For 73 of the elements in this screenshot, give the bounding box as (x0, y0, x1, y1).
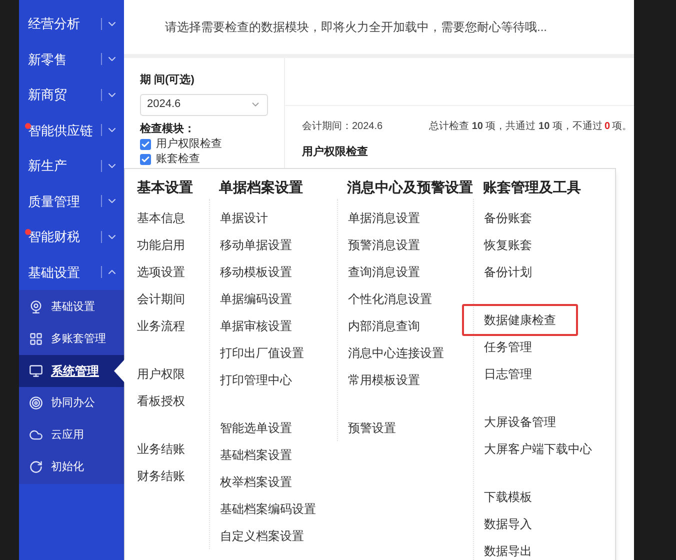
menu-item[interactable]: 恢复账套 (484, 236, 532, 254)
menu-item[interactable]: 基础档案编码设置 (220, 500, 316, 518)
menu-item[interactable]: 数据健康检查 (462, 304, 578, 336)
menu-item[interactable]: 日志管理 (484, 364, 532, 382)
cloud-icon (29, 428, 43, 442)
menu-item[interactable]: 消息中心连接设置 (348, 344, 444, 362)
submenu-item[interactable]: 云应用 (19, 419, 124, 451)
menu-item[interactable]: 下载模板 (484, 488, 532, 506)
menu-item[interactable]: 大屏客户端下载中心 (484, 440, 592, 458)
section-title: 用户权限检查 (300, 146, 369, 158)
menu-column-title: 账套管理及工具 (483, 178, 582, 197)
menu-column-title: 单据档案设置 (219, 178, 304, 197)
submenu-item[interactable]: 基础设置 (19, 291, 124, 323)
period-select[interactable]: 2024.6 (140, 94, 268, 116)
notice-text: 请选择需要检查的数据模块，即将火力全开加载中，需要您耐心等待哦... (165, 19, 548, 36)
sidebar-item[interactable]: 质量管理 (19, 184, 124, 219)
menu-item[interactable]: 内部消息查询 (348, 316, 420, 334)
menu-item[interactable]: 预警设置 (348, 418, 396, 436)
menu-item[interactable]: 打印出厂值设置 (220, 344, 304, 362)
menu-column-title: 基本设置 (137, 178, 194, 197)
checkbox[interactable] (140, 139, 151, 150)
menu-item[interactable]: 单据审核设置 (220, 316, 292, 334)
menu-item[interactable]: 单据设计 (220, 208, 268, 226)
menu-item[interactable]: 备份账套 (484, 208, 532, 226)
menu-item[interactable]: 智能选单设置 (220, 418, 292, 436)
submenu-item[interactable]: 系统管理 (19, 355, 124, 387)
sidebar-item[interactable]: 新零售 (19, 42, 124, 77)
refresh-icon (29, 460, 43, 474)
menu-item[interactable]: 移动单据设置 (220, 236, 292, 254)
menu-item[interactable]: 数据导入 (484, 514, 532, 532)
menu-item[interactable]: 会计期间 (137, 290, 185, 308)
target-icon (29, 396, 43, 410)
menu-item[interactable]: 用户权限 (137, 364, 185, 382)
sidebar-item[interactable]: 基础设置 (19, 254, 124, 290)
webcam-icon (29, 300, 43, 314)
menu-item[interactable]: 功能启用 (137, 236, 185, 254)
submenu-item[interactable]: 初始化 (19, 451, 124, 483)
modules-label: 检查模块： (140, 122, 196, 136)
menu-item[interactable]: 单据编码设置 (220, 290, 292, 308)
menu-item[interactable]: 个性化消息设置 (348, 290, 432, 308)
summary-text: 总计检查 10 项，共通过 10 项，不通过 0 项。 (429, 120, 632, 134)
checkbox[interactable] (140, 154, 151, 165)
checkbox-label: 账套检查 (156, 152, 200, 168)
menu-item[interactable]: 业务流程 (137, 316, 185, 334)
menu-item[interactable]: 常用模板设置 (348, 370, 420, 388)
sidebar-item[interactable]: 新生产 (19, 148, 124, 184)
menu-item[interactable]: 选项设置 (137, 262, 185, 280)
grid-icon (29, 332, 43, 346)
menu-item[interactable]: 任务管理 (484, 338, 532, 356)
menu-item[interactable]: 查询消息设置 (348, 262, 420, 280)
period-label: 期 间(可选) (140, 72, 196, 88)
menu-column-title: 消息中心及预警设置 (347, 178, 474, 197)
menu-item[interactable]: 基本信息 (137, 208, 185, 226)
monitor-icon (29, 364, 43, 378)
submenu-item[interactable]: 多账套管理 (19, 323, 124, 355)
menu-item[interactable]: 打印管理中心 (220, 370, 292, 388)
sidebar-item[interactable]: 经营分析 (19, 6, 124, 42)
menu-item[interactable]: 移动模板设置 (220, 262, 292, 280)
menu-item[interactable]: 备份计划 (484, 262, 532, 280)
submenu-item[interactable]: 协同办公 (19, 387, 124, 419)
menu-item[interactable]: 预警消息设置 (348, 236, 420, 254)
menu-item[interactable]: 业务结账 (137, 440, 185, 458)
period-text: 会计期间：2024.6 (302, 120, 383, 134)
menu-item[interactable]: 单据消息设置 (348, 208, 420, 226)
menu-item[interactable]: 大屏设备管理 (484, 412, 556, 430)
menu-item[interactable]: 枚举档案设置 (220, 472, 292, 490)
menu-item[interactable]: 数据导出 (484, 542, 532, 560)
checkbox-label: 用户权限检查 (156, 136, 222, 152)
menu-item[interactable]: 自定义档案设置 (220, 526, 304, 544)
menu-item[interactable]: 基础档案设置 (220, 446, 292, 464)
sidebar-item[interactable]: 新商贸 (19, 77, 124, 112)
menu-item[interactable]: 看板授权 (137, 392, 185, 410)
menu-item[interactable]: 财务结账 (137, 466, 185, 484)
